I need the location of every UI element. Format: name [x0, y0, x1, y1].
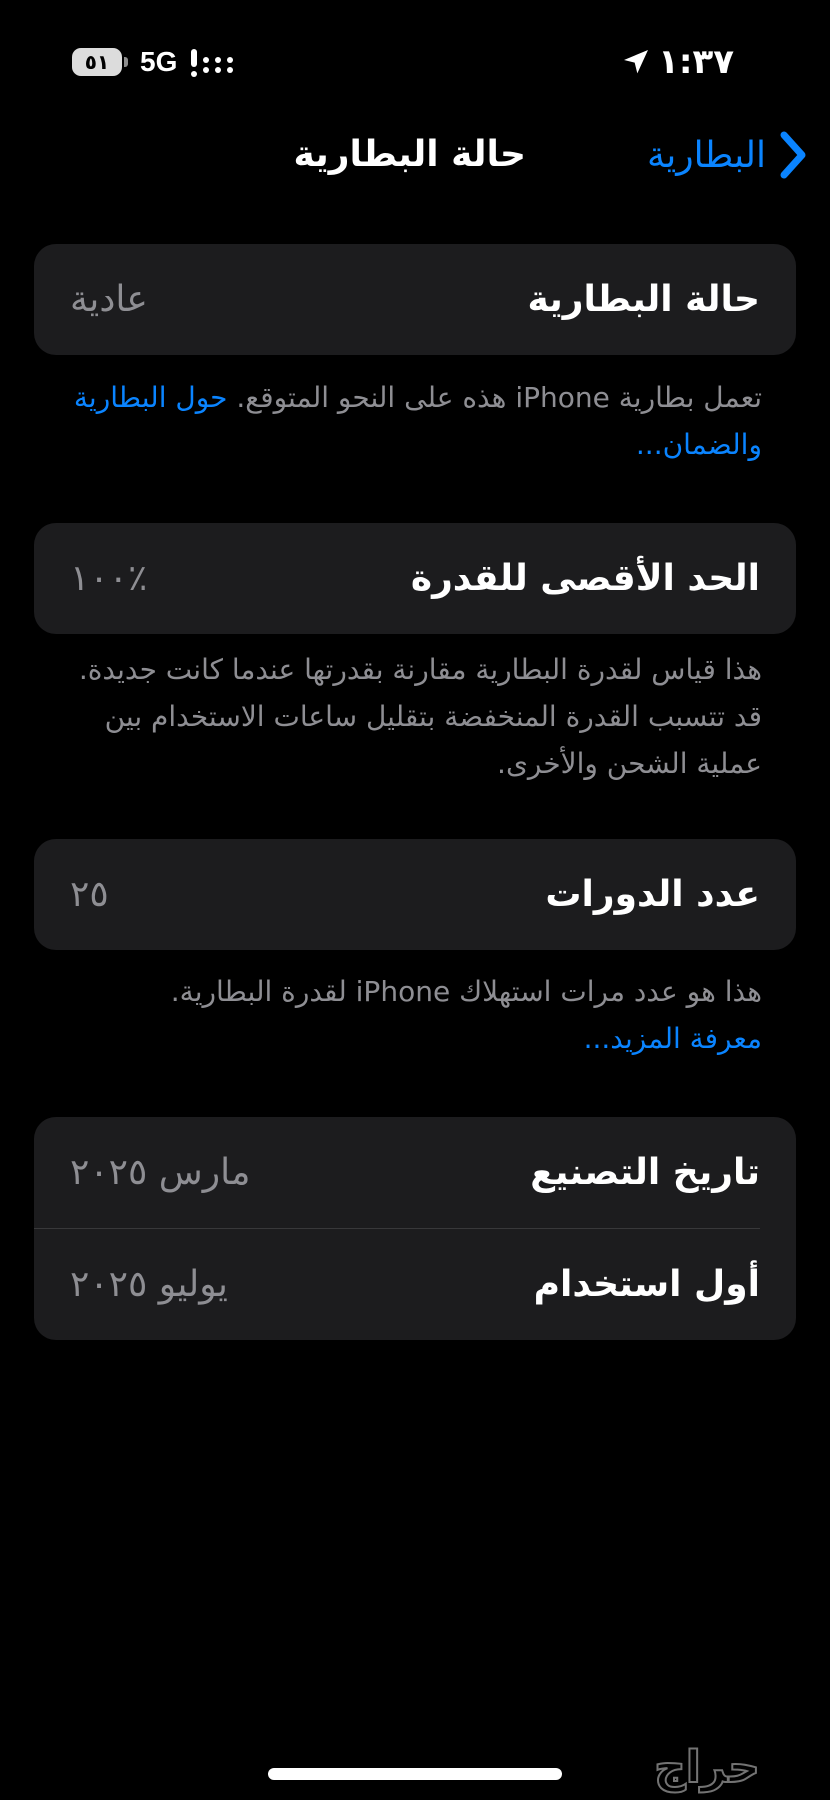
learn-more-link[interactable]: معرفة المزيد...: [584, 1022, 762, 1055]
battery-health-value: عادية: [70, 279, 148, 320]
status-bar: ١:٣٧ ٥١ 5G: [0, 40, 830, 84]
chevron-right-icon: [780, 131, 806, 179]
battery-level: ٥١: [72, 48, 122, 76]
cycle-count-footer: هذا هو عدد مرات استهلاك iPhone لقدرة الب…: [62, 968, 762, 1062]
battery-tip: [124, 57, 128, 67]
cycle-count-value: ٢٥: [70, 874, 109, 915]
battery-health-label: حالة البطارية: [527, 279, 760, 320]
first-use-label: أول استخدام: [533, 1264, 760, 1305]
max-capacity-label: الحد الأقصى للقدرة: [410, 558, 760, 599]
manufacture-date-value: مارس ٢٠٢٥: [70, 1152, 251, 1193]
battery-health-card: حالة البطارية عادية: [34, 244, 796, 355]
location-arrow-icon: [624, 50, 649, 74]
manufacture-date-row: تاريخ التصنيع مارس ٢٠٢٥: [34, 1117, 796, 1228]
nav-bar: البطارية حالة البطارية: [0, 120, 830, 190]
battery-health-footer-text: تعمل بطارية iPhone هذه على النحو المتوقع…: [227, 381, 762, 414]
cycle-count-row: عدد الدورات ٢٥: [34, 839, 796, 950]
status-time: ١:٣٧: [658, 42, 734, 82]
max-capacity-row: الحد الأقصى للقدرة ٪١٠٠: [34, 523, 796, 634]
status-time-group: ١:٣٧: [620, 40, 734, 84]
signal-icon: [191, 49, 234, 77]
cycle-count-card: عدد الدورات ٢٥: [34, 839, 796, 950]
first-use-row: أول استخدام يوليو ٢٠٢٥: [34, 1229, 796, 1340]
network-type: 5G: [140, 46, 178, 77]
back-label: البطارية: [646, 134, 766, 176]
max-capacity-footer-text: هذا قياس لقدرة البطارية مقارنة بقدرتها ع…: [78, 653, 762, 780]
haraj-watermark-logo: حراج: [653, 1741, 761, 1794]
max-capacity-card: الحد الأقصى للقدرة ٪١٠٠: [34, 523, 796, 634]
dates-card: تاريخ التصنيع مارس ٢٠٢٥ أول استخدام يولي…: [34, 1117, 796, 1340]
max-capacity-value: ٪١٠٠: [70, 558, 148, 599]
cycle-count-label: عدد الدورات: [545, 874, 760, 915]
back-button[interactable]: البطارية: [647, 120, 808, 190]
max-capacity-footer: هذا قياس لقدرة البطارية مقارنة بقدرتها ع…: [62, 646, 762, 787]
status-indicators: ٥١ 5G: [72, 40, 235, 84]
manufacture-date-label: تاريخ التصنيع: [530, 1152, 760, 1193]
page-title: حالة البطارية: [293, 134, 526, 175]
cycle-count-footer-text: هذا هو عدد مرات استهلاك iPhone لقدرة الب…: [170, 975, 762, 1008]
svg-text:حراج: حراج: [654, 1742, 760, 1793]
home-indicator[interactable]: [268, 1768, 562, 1780]
battery-health-footer: تعمل بطارية iPhone هذه على النحو المتوقع…: [62, 374, 762, 468]
battery-health-row: حالة البطارية عادية: [34, 244, 796, 355]
battery-icon: ٥١: [72, 48, 128, 76]
first-use-value: يوليو ٢٠٢٥: [70, 1264, 228, 1305]
